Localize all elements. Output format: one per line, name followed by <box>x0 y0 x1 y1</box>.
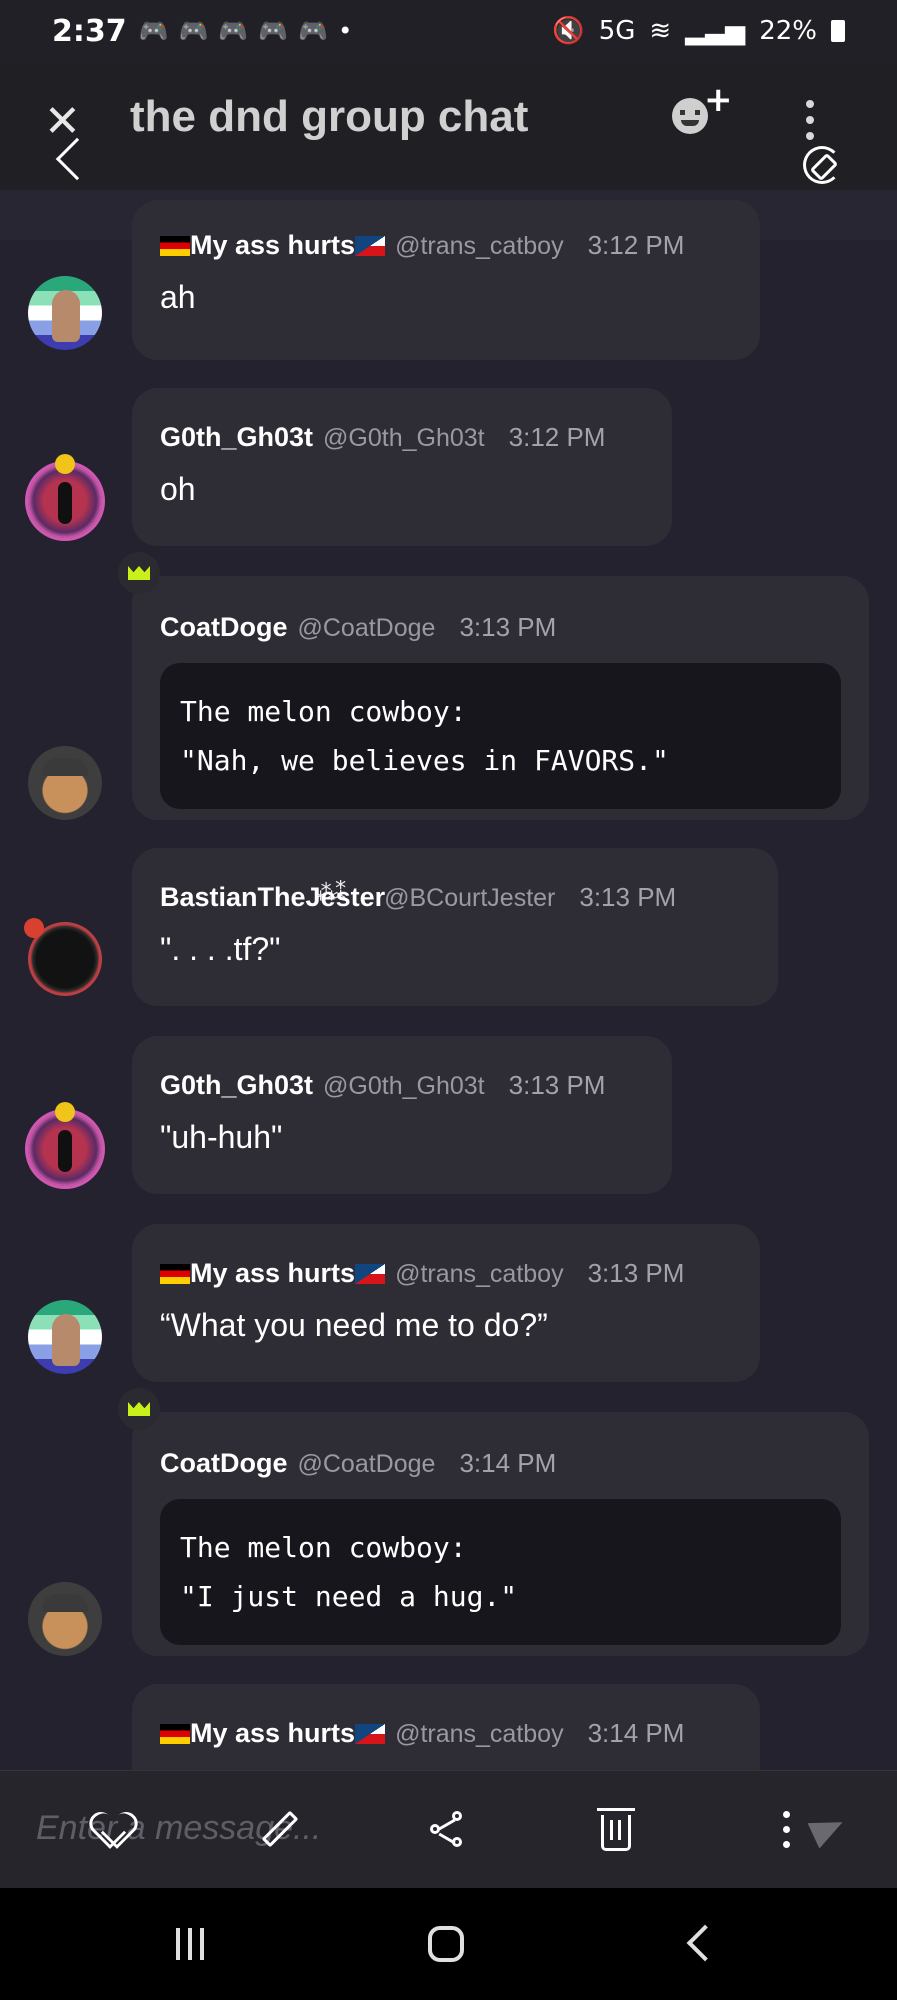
delete-button[interactable] <box>588 1801 644 1857</box>
author-name[interactable]: G0th_Gh03t <box>160 422 313 453</box>
message-bubble[interactable]: CoatDoge @CoatDoge 3:13 PM The melon cow… <box>132 576 869 820</box>
status-bar: 2:37 🎮 🎮 🎮 🎮 🎮 • 🔇 5G ≋ ▂▃▅ 22% <box>0 0 897 62</box>
system-navigation-bar <box>0 1888 897 2000</box>
code-block: The melon cowboy: "Nah, we believes in F… <box>160 663 841 809</box>
status-right: 🔇 5G ≋ ▂▃▅ 22% <box>552 16 845 46</box>
germany-flag-icon <box>160 1724 190 1744</box>
message-time: 3:13 PM <box>579 882 677 912</box>
jester-glitch-icon: ⁂⁑ <box>315 881 346 906</box>
czech-flag-icon <box>355 236 386 256</box>
rotate-screen-icon[interactable] <box>803 146 841 184</box>
back-icon[interactable] <box>686 1924 724 1962</box>
avatar-decoration-icon <box>55 1102 75 1122</box>
crown-icon <box>118 552 160 594</box>
pencil-icon <box>261 1810 299 1848</box>
message-text: oh <box>160 471 196 507</box>
message-text: ah <box>160 279 196 315</box>
send-button[interactable] <box>800 1801 856 1857</box>
doge-avatar[interactable] <box>28 746 102 820</box>
message-text: “What you need me to do?” <box>160 1307 548 1343</box>
kebab-icon <box>782 1810 790 1848</box>
message-time: 3:13 PM <box>587 1258 685 1288</box>
discord-icon: 🎮 <box>138 17 169 45</box>
home-icon[interactable] <box>428 1926 464 1962</box>
discord-icon: 🎮 <box>218 17 249 45</box>
crown-icon <box>118 1388 160 1430</box>
author-handle[interactable]: @BCourtJester <box>384 884 555 913</box>
message-bubble[interactable]: BastianTheJester ⁂⁑ @BCourtJester 3:13 P… <box>132 848 778 1006</box>
add-member-icon[interactable] <box>672 80 733 134</box>
message-time: 3:14 PM <box>459 1448 557 1478</box>
author-handle[interactable]: @trans_catboy <box>395 1720 564 1749</box>
author-name[interactable]: My ass hurts <box>160 1258 386 1289</box>
author-handle[interactable]: @CoatDoge <box>298 614 436 643</box>
message-time: 3:12 PM <box>587 230 685 260</box>
avatar-decoration-icon <box>55 454 75 474</box>
trans-flag-avatar[interactable] <box>28 276 102 350</box>
trash-icon <box>597 1808 635 1851</box>
message-bubble[interactable]: G0th_Gh03t @G0th_Gh03t 3:13 PM "uh-huh" <box>132 1036 672 1194</box>
notification-dot: • <box>338 17 353 45</box>
trans-flag-avatar[interactable] <box>28 1300 102 1374</box>
recent-apps-icon[interactable] <box>176 1928 210 1960</box>
author-handle[interactable]: @trans_catboy <box>395 232 564 261</box>
author-name[interactable]: My ass hurts <box>160 1718 386 1749</box>
doge-avatar[interactable] <box>28 1582 102 1656</box>
discord-icon: 🎮 <box>298 17 329 45</box>
share-button[interactable] <box>420 1801 476 1857</box>
heart-react-button[interactable] <box>84 1801 140 1857</box>
message-bubble[interactable]: CoatDoge @CoatDoge 3:14 PM The melon cow… <box>132 1412 869 1656</box>
wifi-icon: ≋ <box>649 16 672 46</box>
chat-header: ✕ the dnd group chat <box>0 62 897 190</box>
ghost-avatar[interactable] <box>28 1112 102 1186</box>
avatar-decoration-icon <box>24 918 44 938</box>
discord-icon: 🎮 <box>178 17 209 45</box>
author-name[interactable]: My ass hurts <box>160 230 386 261</box>
network-label: 5G <box>598 16 636 46</box>
message-text: "uh-huh" <box>160 1119 283 1155</box>
message-bubble[interactable]: My ass hurts @trans_catboy 3:13 PM “What… <box>132 1224 760 1382</box>
message-time: 3:12 PM <box>508 422 606 452</box>
czech-flag-icon <box>355 1724 386 1744</box>
code-block: The melon cowboy: "I just need a hug." <box>160 1499 841 1645</box>
battery-percent: 22% <box>759 16 817 46</box>
author-name[interactable]: CoatDoge <box>160 1448 288 1479</box>
heart-icon <box>94 1813 130 1845</box>
message-action-bar: Enter a message... <box>0 1770 897 1888</box>
signal-icon: ▂▃▅ <box>685 16 746 46</box>
author-name[interactable]: G0th_Gh03t <box>160 1070 313 1101</box>
germany-flag-icon <box>160 236 190 256</box>
message-bubble[interactable]: My ass hurts @trans_catboy 3:14 PM <box>132 1684 760 1770</box>
discord-icon: 🎮 <box>258 17 289 45</box>
author-name[interactable]: CoatDoge <box>160 612 288 643</box>
ghost-avatar[interactable] <box>28 464 102 538</box>
author-name[interactable]: BastianTheJester <box>160 882 385 913</box>
send-icon <box>807 1809 849 1849</box>
chat-title: the dnd group chat <box>130 92 529 141</box>
status-time: 2:37 <box>52 13 127 49</box>
message-time: 3:14 PM <box>587 1718 685 1748</box>
message-list[interactable]: My ass hurts @trans_catboy 3:12 PM ah G0… <box>0 190 897 1770</box>
share-icon <box>430 1811 466 1847</box>
message-bubble[interactable]: G0th_Gh03t @G0th_Gh03t 3:12 PM oh <box>132 388 672 546</box>
message-bubble[interactable]: My ass hurts @trans_catboy 3:12 PM ah <box>132 200 760 360</box>
message-time: 3:13 PM <box>459 612 557 642</box>
more-options-icon[interactable] <box>806 100 814 140</box>
edit-button[interactable] <box>252 1801 308 1857</box>
czech-flag-icon <box>355 1264 386 1284</box>
germany-flag-icon <box>160 1264 190 1284</box>
battery-icon <box>831 20 845 42</box>
author-handle[interactable]: @CoatDoge <box>298 1450 436 1479</box>
author-handle[interactable]: @G0th_Gh03t <box>323 1072 485 1101</box>
author-handle[interactable]: @G0th_Gh03t <box>323 424 485 453</box>
message-time: 3:13 PM <box>508 1070 606 1100</box>
mute-icon: 🔇 <box>552 16 585 46</box>
notification-icons: 🎮 🎮 🎮 🎮 🎮 • <box>139 17 353 45</box>
message-text: ". . . .tf?" <box>160 931 281 967</box>
author-handle[interactable]: @trans_catboy <box>395 1260 564 1289</box>
close-icon[interactable]: ✕ <box>44 100 81 144</box>
